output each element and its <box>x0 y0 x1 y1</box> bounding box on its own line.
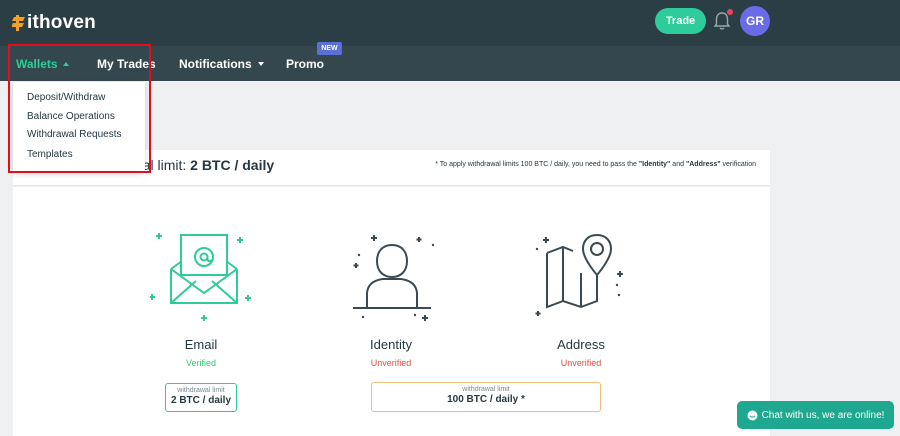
menu-item-deposit-withdraw[interactable]: Deposit/Withdraw <box>27 92 105 103</box>
email-limit-caption: withdrawal limit <box>177 387 225 394</box>
nav-my-trades-label: My Trades <box>97 56 156 71</box>
notification-dot <box>727 9 733 15</box>
identity-status: Unverified <box>370 358 412 368</box>
logo-mark-icon <box>12 15 25 31</box>
menu-item-templates[interactable]: Templates <box>27 149 73 160</box>
nav-wallets[interactable]: Wallets <box>16 46 69 81</box>
chat-label: Chat with us, we are online! <box>761 409 885 421</box>
limit-note-suffix: verification <box>720 161 756 168</box>
chat-widget[interactable]: Chat with us, we are online! <box>737 401 894 429</box>
nav-promo-label: Promo <box>286 56 325 71</box>
nav-notifications-label: Notifications <box>179 56 252 71</box>
chevron-up-icon <box>62 61 69 66</box>
brand-logo[interactable]: ithoven <box>12 10 96 36</box>
brand-name: ithoven <box>27 12 96 33</box>
limit-title-value: 2 BTC / daily <box>190 157 275 173</box>
limit-note-identity: "Identity" <box>638 161 671 168</box>
limit-note-prefix: * To apply withdrawal limits 100 BTC / d… <box>435 161 639 168</box>
full-limit-value: 100 BTC / daily * <box>447 394 525 405</box>
top-bar: ithoven Trade GR <box>0 0 900 46</box>
limit-note-and: and <box>670 161 686 168</box>
nav-my-trades[interactable]: My Trades <box>97 46 156 81</box>
address-map-icon <box>535 233 623 316</box>
address-status: Unverified <box>560 358 602 368</box>
email-label: Email <box>184 337 218 352</box>
nav-wallets-label: Wallets <box>16 56 58 71</box>
identity-label: Identity <box>370 337 412 352</box>
email-status: Verified <box>185 358 217 368</box>
new-badge: NEW <box>317 42 342 55</box>
identity-icon <box>353 235 435 321</box>
full-limit-caption: withdrawal limit <box>462 386 510 393</box>
chevron-down-icon <box>257 61 264 66</box>
full-limit-box: withdrawal limit 100 BTC / daily * <box>371 382 601 412</box>
chat-bubble-icon <box>747 410 758 420</box>
limit-note: * To apply withdrawal limits 100 BTC / d… <box>435 161 756 168</box>
wallets-dropdown: Deposit/Withdraw Balance Operations With… <box>13 82 145 172</box>
trade-button[interactable]: Trade <box>655 8 706 34</box>
address-label: Address <box>557 337 605 352</box>
avatar[interactable]: GR <box>740 6 770 36</box>
email-icon <box>150 233 251 321</box>
email-limit-box: withdrawal limit 2 BTC / daily <box>165 383 237 412</box>
menu-item-balance-operations[interactable]: Balance Operations <box>27 111 115 122</box>
verification-card: Email Verified Identity Unverified Addre… <box>13 187 770 436</box>
nav-notifications[interactable]: Notifications <box>179 46 264 81</box>
limit-note-address: "Address" <box>685 161 721 168</box>
email-limit-value: 2 BTC / daily <box>170 395 231 406</box>
menu-item-withdrawal-requests[interactable]: Withdrawal Requests <box>27 129 121 140</box>
nav-bar: Wallets My Trades Notifications Promo <box>0 46 900 81</box>
